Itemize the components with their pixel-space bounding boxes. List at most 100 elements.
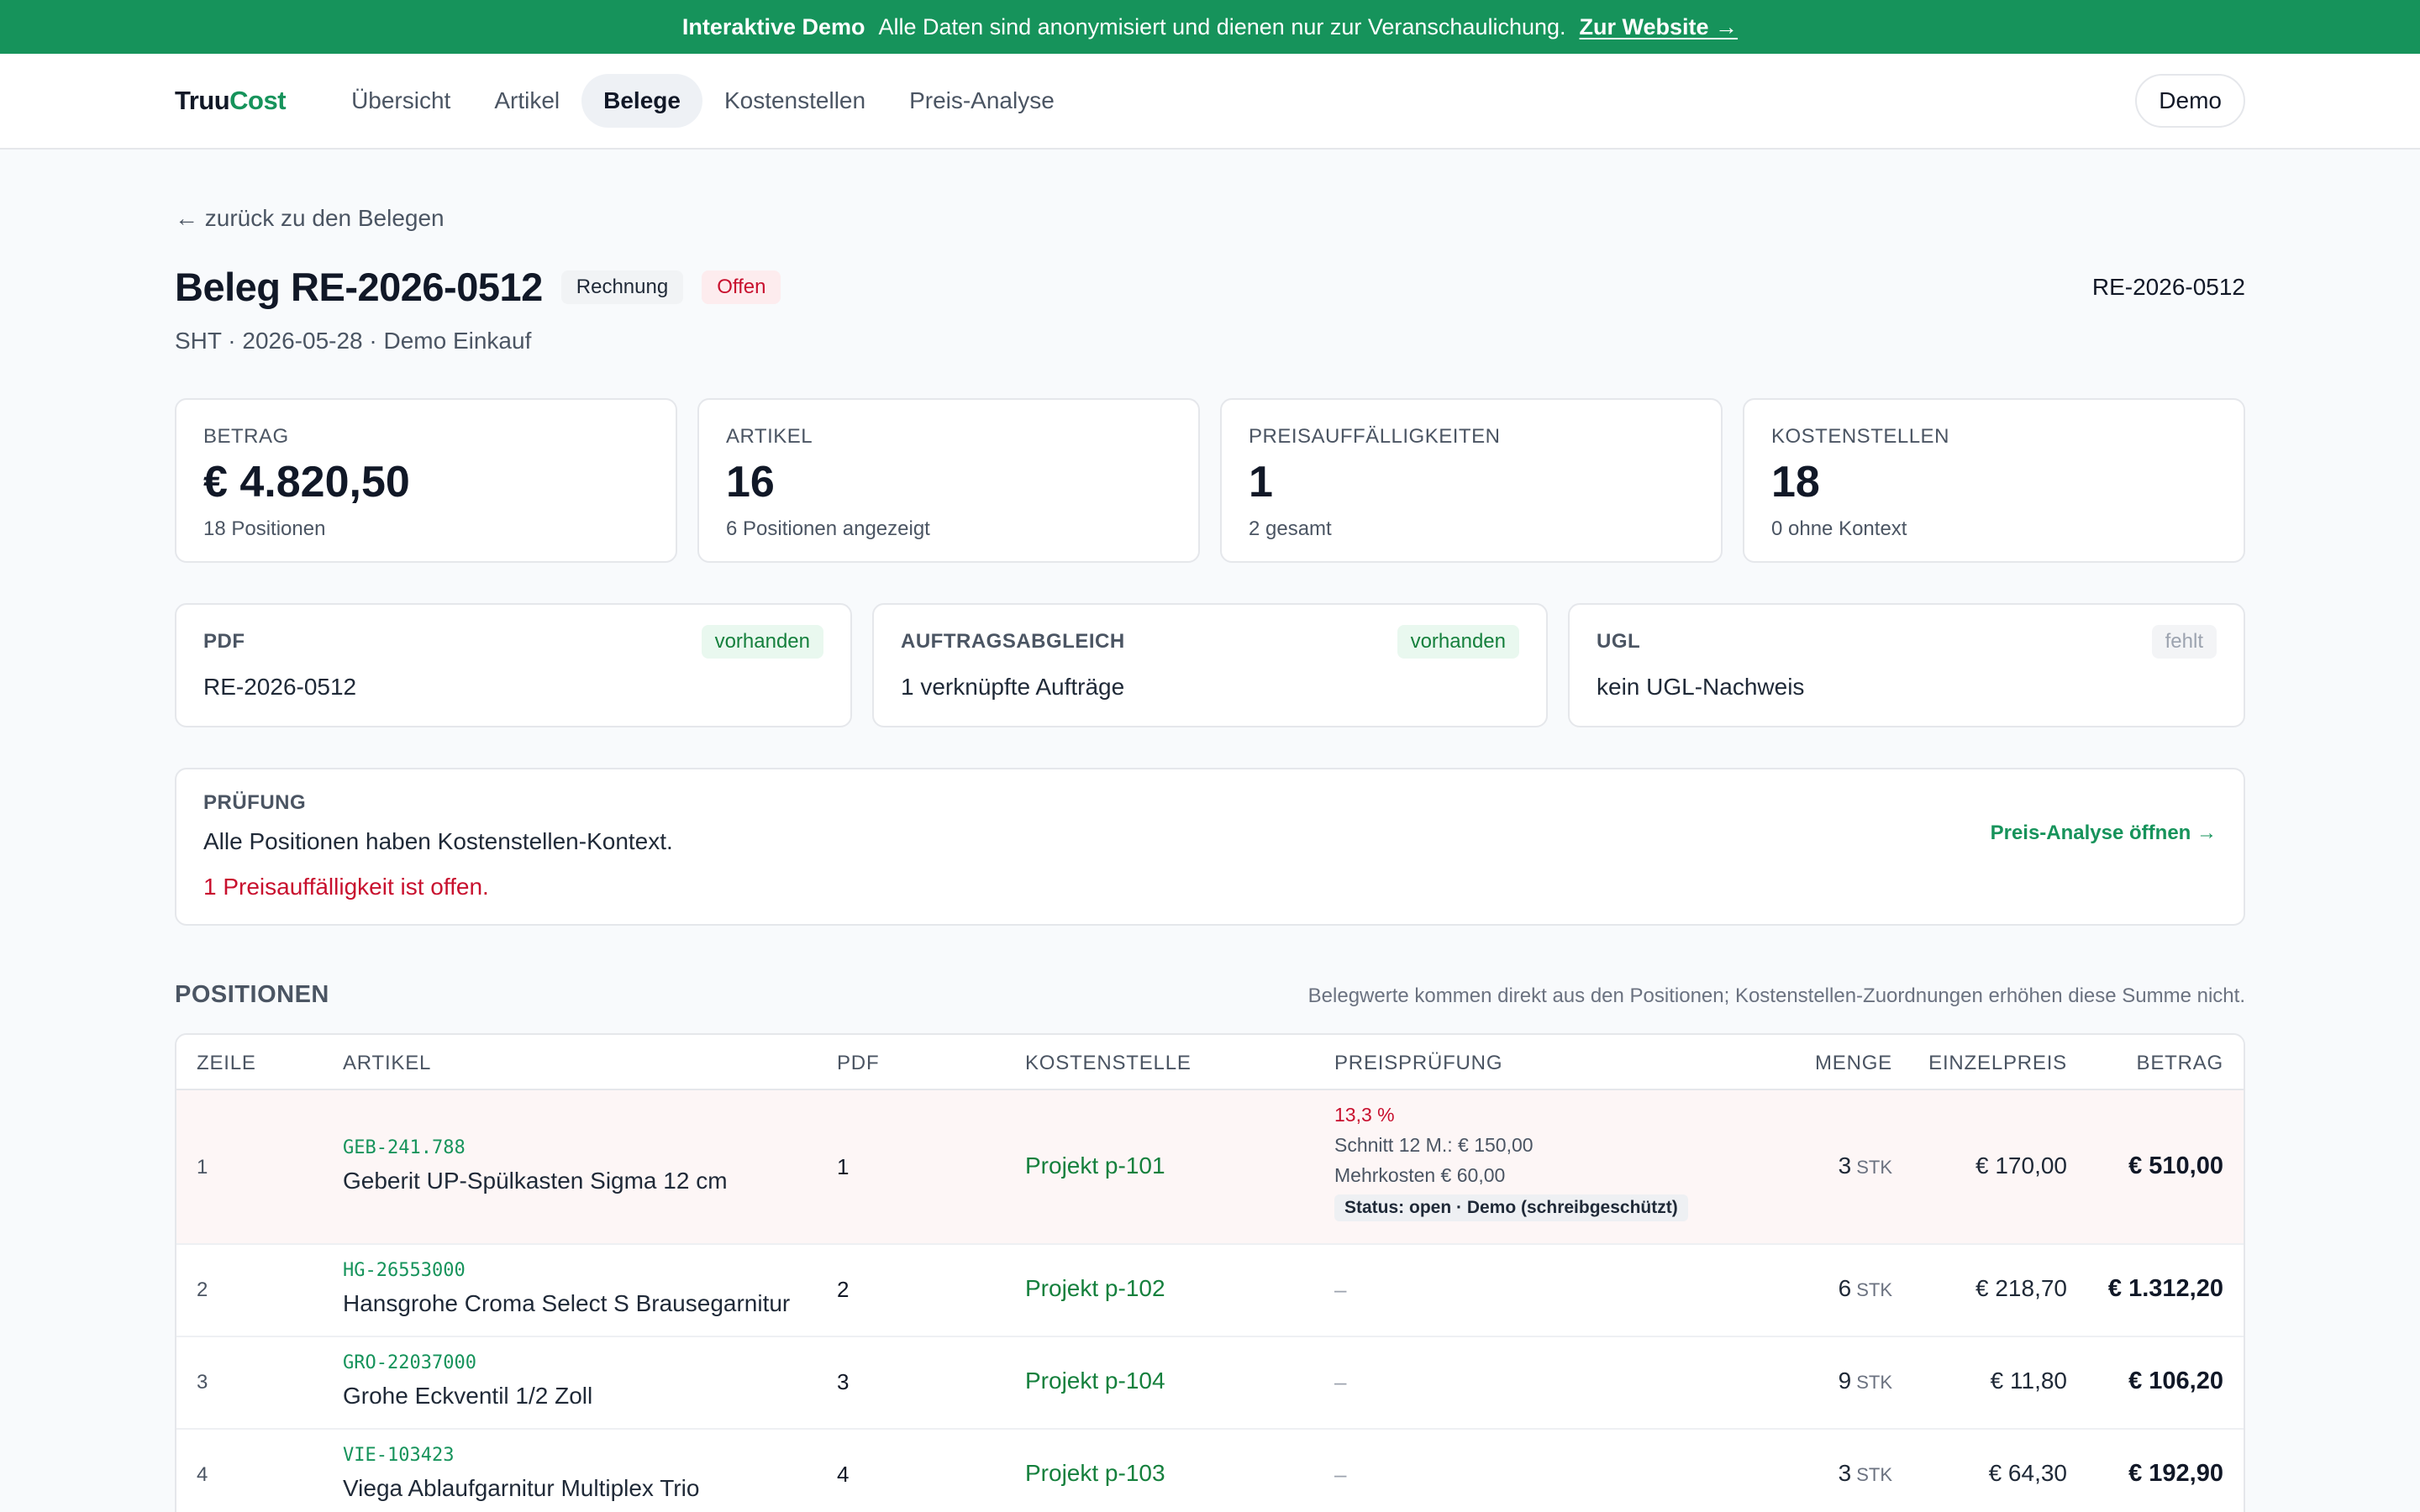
row-pdf-ref[interactable]: 1 — [837, 1154, 849, 1180]
nav-item-kostenstellen[interactable]: Kostenstellen — [702, 74, 887, 128]
row-amount: € 192,90 — [2128, 1460, 2223, 1487]
nav-item-uebersicht[interactable]: Übersicht — [329, 74, 472, 128]
price-check-empty: – — [1334, 1369, 1347, 1394]
row-amount: € 1.312,20 — [2107, 1275, 2223, 1302]
check-ok-text: Alle Positionen haben Kostenstellen-Kont… — [203, 828, 673, 854]
positions-table: ZEILE ARTIKEL PDF KOSTENSTELLE PREISPRÜF… — [175, 1033, 2245, 1512]
row-sku[interactable]: GEB-241.788 — [343, 1137, 466, 1158]
row-cost-center-link[interactable]: Projekt p-102 — [1025, 1275, 1165, 1302]
table-row[interactable]: 3 GRO-22037000 Grohe Eckventil 1/2 Zoll … — [176, 1337, 2244, 1430]
banner-title: Interaktive Demo — [681, 13, 865, 39]
check-warning-text: 1 Preisauffälligkeit ist offen. — [203, 874, 489, 900]
banner-text: Alle Daten sind anonymisiert und dienen … — [878, 13, 1566, 39]
nav-item-artikel[interactable]: Artikel — [472, 74, 581, 128]
page-title: Beleg RE-2026-0512 — [175, 265, 543, 309]
table-row[interactable]: 2 HG-26553000 Hansgrohe Croma Select S B… — [176, 1245, 2244, 1337]
row-quantity: 3 STK — [1839, 1152, 1892, 1179]
table-row[interactable]: 4 VIE-103423 Viega Ablaufgarnitur Multip… — [176, 1430, 2244, 1512]
qty-value: 6 — [1838, 1275, 1852, 1301]
qty-unit: STK — [1856, 1279, 1892, 1300]
row-unit-price: € 64,30 — [1988, 1460, 2067, 1486]
demo-button[interactable]: Demo — [2135, 74, 2245, 128]
stat-label: KOSTENSTELLEN — [1771, 425, 1949, 448]
demo-banner: Interaktive Demo Alle Daten sind anonymi… — [0, 0, 2420, 54]
brand-logo[interactable]: TruuCost — [175, 86, 287, 116]
row-pdf-ref[interactable]: 2 — [837, 1277, 849, 1303]
website-link[interactable]: Zur Website → — [1580, 14, 1739, 40]
type-badge: Rechnung — [560, 270, 684, 304]
stat-label: PREISAUFFÄLLIGKEITEN — [1249, 425, 1501, 448]
doc-card-pdf[interactable]: PDF vorhanden RE-2026-0512 — [175, 603, 852, 727]
row-unit-price: € 218,70 — [1975, 1275, 2067, 1301]
col-header-einzelpreis[interactable]: EINZELPREIS — [1928, 1052, 2067, 1075]
doc-status-badge: vorhanden — [701, 625, 823, 659]
row-pdf-ref[interactable]: 3 — [837, 1369, 849, 1395]
row-unit-price: € 11,80 — [1990, 1368, 2067, 1394]
check-label: PRÜFUNG — [203, 791, 307, 814]
row-cost-center-link[interactable]: Projekt p-104 — [1025, 1368, 1165, 1394]
row-quantity: 9 STK — [1839, 1368, 1892, 1394]
back-link[interactable]: ← zurück zu den Belegen — [175, 205, 445, 232]
row-cost-center-link[interactable]: Projekt p-101 — [1025, 1152, 1165, 1179]
qty-unit: STK — [1856, 1372, 1892, 1393]
positions-title: POSITIONEN — [175, 981, 329, 1008]
row-sku[interactable]: HG-26553000 — [343, 1260, 466, 1281]
price-check-empty: – — [1334, 1277, 1347, 1302]
col-header-kostenstelle[interactable]: KOSTENSTELLE — [1025, 1052, 1192, 1075]
stat-value: 16 — [726, 458, 775, 507]
row-pdf-ref[interactable]: 4 — [837, 1462, 849, 1488]
qty-value: 3 — [1838, 1152, 1852, 1179]
price-check-empty: – — [1334, 1462, 1347, 1487]
open-price-analysis-link[interactable]: Preis-Analyse öffnen → — [1991, 822, 2217, 845]
doc-card-auftragsabgleich[interactable]: AUFTRAGSABGLEICH vorhanden 1 verknüpfte … — [872, 603, 1548, 727]
row-line: 4 — [197, 1463, 208, 1486]
document-number: RE-2026-0512 — [2091, 274, 2245, 300]
col-header-pdf[interactable]: PDF — [837, 1052, 879, 1075]
row-article-name[interactable]: Viega Ablaufgarnitur Multiplex Trio — [343, 1475, 813, 1502]
qty-value: 3 — [1838, 1460, 1852, 1486]
stat-sub: 18 Positionen — [203, 517, 326, 540]
qty-value: 9 — [1838, 1368, 1852, 1394]
col-header-betrag[interactable]: BETRAG — [2137, 1052, 2223, 1075]
doc-status-badge: fehlt — [2151, 625, 2217, 659]
stat-value: 1 — [1249, 458, 1273, 507]
stat-value: 18 — [1771, 458, 1820, 507]
row-article-name[interactable]: Geberit UP-Spülkasten Sigma 12 cm — [343, 1168, 813, 1194]
check-card: PRÜFUNG Alle Positionen haben Kostenstel… — [175, 768, 2245, 926]
stat-card-betrag: BETRAG € 4.820,50 18 Positionen — [175, 398, 677, 563]
doc-label: PDF — [203, 630, 245, 653]
row-unit-price: € 170,00 — [1975, 1152, 2067, 1179]
row-amount: € 510,00 — [2128, 1152, 2223, 1179]
col-header-artikel[interactable]: ARTIKEL — [343, 1052, 431, 1075]
nav-item-preis-analyse[interactable]: Preis-Analyse — [887, 74, 1076, 128]
stat-label: ARTIKEL — [726, 425, 813, 448]
row-line: 1 — [197, 1156, 208, 1179]
col-header-preispruefung[interactable]: PREISPRÜFUNG — [1334, 1052, 1502, 1075]
nav-item-belege[interactable]: Belege — [581, 74, 702, 128]
title-row: Beleg RE-2026-0512 Rechnung Offen — [175, 264, 781, 310]
col-header-menge[interactable]: MENGE — [1815, 1052, 1892, 1075]
positions-note: Belegwerte kommen direkt aus den Positio… — [1307, 984, 2245, 1007]
row-sku[interactable]: GRO-22037000 — [343, 1352, 476, 1373]
brand-part-2: Cost — [229, 86, 287, 115]
brand-part-1: Truu — [175, 86, 230, 115]
page-subtitle: SHT · 2026-05-28 · Demo Einkauf — [175, 328, 532, 354]
stat-label: BETRAG — [203, 425, 289, 448]
row-cost-center-link[interactable]: Projekt p-103 — [1025, 1460, 1165, 1487]
price-average: Schnitt 12 M.: € 150,00 — [1334, 1134, 1534, 1156]
row-line: 2 — [197, 1278, 208, 1301]
col-header-zeile[interactable]: ZEILE — [197, 1052, 256, 1075]
price-extra-cost: Mehrkosten € 60,00 — [1334, 1164, 1506, 1186]
stat-sub: 6 Positionen angezeigt — [726, 517, 930, 540]
stat-card-kostenstellen: KOSTENSTELLEN 18 0 ohne Kontext — [1743, 398, 2245, 563]
stat-sub: 0 ohne Kontext — [1771, 517, 1907, 540]
row-article-name[interactable]: Hansgrohe Croma Select S Brausegarnitur — [343, 1290, 813, 1317]
row-article-name[interactable]: Grohe Eckventil 1/2 Zoll — [343, 1383, 813, 1410]
status-badge: Offen — [702, 270, 781, 304]
top-navigation: TruuCost Übersicht Artikel Belege Kosten… — [0, 54, 2420, 150]
row-sku[interactable]: VIE-103423 — [343, 1445, 454, 1466]
doc-value: kein UGL-Nachweis — [1597, 674, 1805, 700]
table-row[interactable]: 1 GEB-241.788 Geberit UP-Spülkasten Sigm… — [176, 1090, 2244, 1245]
qty-unit: STK — [1856, 1157, 1892, 1178]
doc-status-badge: vorhanden — [1397, 625, 1519, 659]
